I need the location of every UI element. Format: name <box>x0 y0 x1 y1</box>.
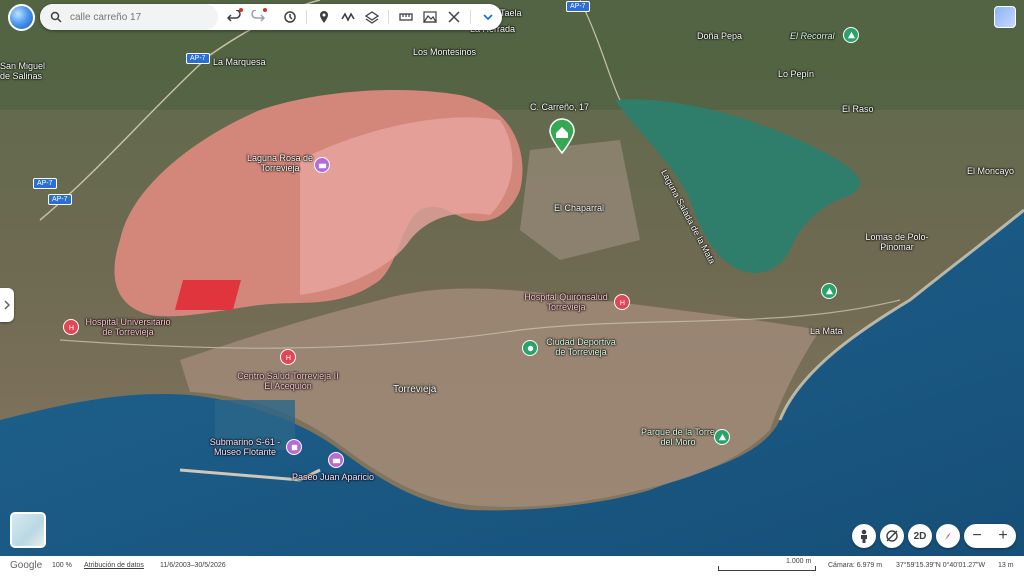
account-avatar[interactable] <box>994 6 1016 28</box>
road-shield-ap7: AP-7 <box>48 194 72 205</box>
place-label-el-recorral: El Recorral <box>790 31 835 41</box>
compass-button[interactable] <box>936 524 960 548</box>
hospital-icon[interactable]: H <box>63 319 79 335</box>
svg-text:H: H <box>285 353 290 362</box>
street-view-button[interactable] <box>852 524 876 548</box>
photos-button[interactable] <box>420 7 440 27</box>
place-label-submarino: Submarino S-61 - Museo Flotante <box>209 437 281 457</box>
ruler-icon <box>399 13 413 21</box>
redo-icon <box>251 10 265 22</box>
place-label-torre-del-moro: Parque de la Torre del Moro <box>641 427 715 447</box>
museum-icon[interactable] <box>286 439 302 455</box>
side-panel-toggle[interactable] <box>0 288 14 322</box>
google-logo: Google <box>10 560 43 571</box>
park-icon[interactable] <box>714 429 730 445</box>
layers-icon <box>365 11 379 24</box>
undo-button[interactable] <box>224 7 244 27</box>
chevron-down-icon <box>483 14 493 21</box>
toolbar-separator <box>470 10 471 24</box>
zoom-controls: − + <box>964 524 1016 548</box>
photo-spot-icon[interactable] <box>328 452 344 468</box>
place-label-hospital-quironsalud: Hospital Quirónsalud Torrevieja <box>524 292 608 312</box>
place-label-el-chaparral: El Chaparral <box>554 203 605 213</box>
place-label-c-carreno: C. Carreño, 17 <box>530 102 590 112</box>
salt-pan-red <box>174 280 241 310</box>
park-icon[interactable] <box>843 27 859 43</box>
layers-button[interactable] <box>362 7 382 27</box>
road-shield-ap7: AP-7 <box>33 178 57 189</box>
place-label-hospital-universitario: Hospital Universitario de Torrevieja <box>85 317 171 337</box>
place-pin-icon <box>320 11 328 23</box>
pegman-icon <box>861 529 867 543</box>
place-label-laguna-rosa: Laguna Rosa de Torrevieja <box>246 153 314 173</box>
place-label-la-marquesa: La Marquesa <box>213 57 266 67</box>
history-button[interactable] <box>280 7 300 27</box>
more-button[interactable] <box>478 7 498 27</box>
add-path-button[interactable] <box>338 7 358 27</box>
place-label-lomas-polo: Lomas de Polo-Pinomar <box>865 232 929 252</box>
svg-text:H: H <box>619 298 624 307</box>
photo-spot-icon[interactable] <box>314 157 330 173</box>
search-box[interactable] <box>40 4 218 30</box>
crop-icon <box>448 11 460 23</box>
toolbar-separator <box>306 10 307 24</box>
add-placemark-button[interactable] <box>314 7 334 27</box>
camera-altitude: Cámara: 6.979 m <box>828 562 883 569</box>
chevron-right-icon <box>4 300 10 310</box>
hospital-icon[interactable]: H <box>614 294 630 310</box>
svg-text:H: H <box>68 323 73 332</box>
coordinates: 37°59'15.39"N 0°40'01.27"W <box>896 562 986 569</box>
data-attribution-link[interactable]: Atribución de datos <box>84 562 144 569</box>
home-pin-icon[interactable] <box>548 118 576 155</box>
scale-label: 1.000 m <box>786 558 812 565</box>
view-2d-button[interactable]: 2D <box>908 524 932 548</box>
place-label-el-moncayo: El Moncayo <box>967 166 1015 176</box>
place-label-el-raso: El Raso <box>842 104 874 114</box>
chaparral-urban <box>520 140 640 260</box>
elevation: 13 m <box>998 562 1014 569</box>
undo-icon <box>227 10 241 22</box>
tilt-toggle-button[interactable] <box>880 524 904 548</box>
place-label-ciudad-deportiva: Ciudad Deportiva de Torrevieja <box>546 337 616 357</box>
road-shield-ap7: AP-7 <box>186 53 210 64</box>
minimap-thumbnail[interactable] <box>10 512 46 548</box>
search-input[interactable] <box>70 9 210 25</box>
zoom-out-button[interactable]: − <box>964 526 990 546</box>
photo-icon <box>423 11 437 23</box>
scale-bar <box>718 566 816 571</box>
earth-menu-button[interactable] <box>8 4 35 31</box>
place-label-dona-pepa: Doña Pepa <box>697 31 743 41</box>
search-icon <box>50 11 62 23</box>
zoom-level: 100 % <box>52 562 72 569</box>
redo-button[interactable] <box>248 7 268 27</box>
place-label-torrevieja: Torrevieja <box>393 384 437 395</box>
status-bar: Google 100 % Atribución de datos 11/6/20… <box>0 556 1024 576</box>
path-icon <box>341 12 355 22</box>
place-label-taela: Taela <box>500 8 522 18</box>
toolbar-separator <box>388 10 389 24</box>
hospital-icon[interactable]: H <box>280 349 296 365</box>
satellite-map[interactable] <box>0 0 1024 556</box>
place-label-la-mata: La Mata <box>810 326 843 336</box>
measure-button[interactable] <box>396 7 416 27</box>
zoom-in-button[interactable]: + <box>990 526 1016 546</box>
no-tilt-icon <box>886 530 898 542</box>
place-label-los-montesinos: Los Montesinos <box>413 47 477 57</box>
place-label-paseo-juan-aparicio: Paseo Juan Aparicio <box>292 472 375 482</box>
road-shield-ap7: AP-7 <box>566 1 590 12</box>
place-label-san-miguel: San Miguel de Salinas <box>0 61 46 81</box>
search-toolbar <box>40 4 502 30</box>
sports-center-icon[interactable] <box>522 340 538 356</box>
park-icon[interactable] <box>821 283 837 299</box>
unsaved-dot <box>239 8 243 12</box>
history-icon <box>284 11 296 23</box>
crop-button[interactable] <box>444 7 464 27</box>
imagery-dates: 11/6/2003–30/5/2026 <box>160 562 226 569</box>
unsaved-dot <box>263 8 267 12</box>
compass-icon <box>945 532 951 540</box>
place-label-centro-salud: Centro Salud Torrevieja II El Acequión <box>237 371 339 391</box>
place-label-lo-pepin: Lo Pepín <box>778 69 815 79</box>
